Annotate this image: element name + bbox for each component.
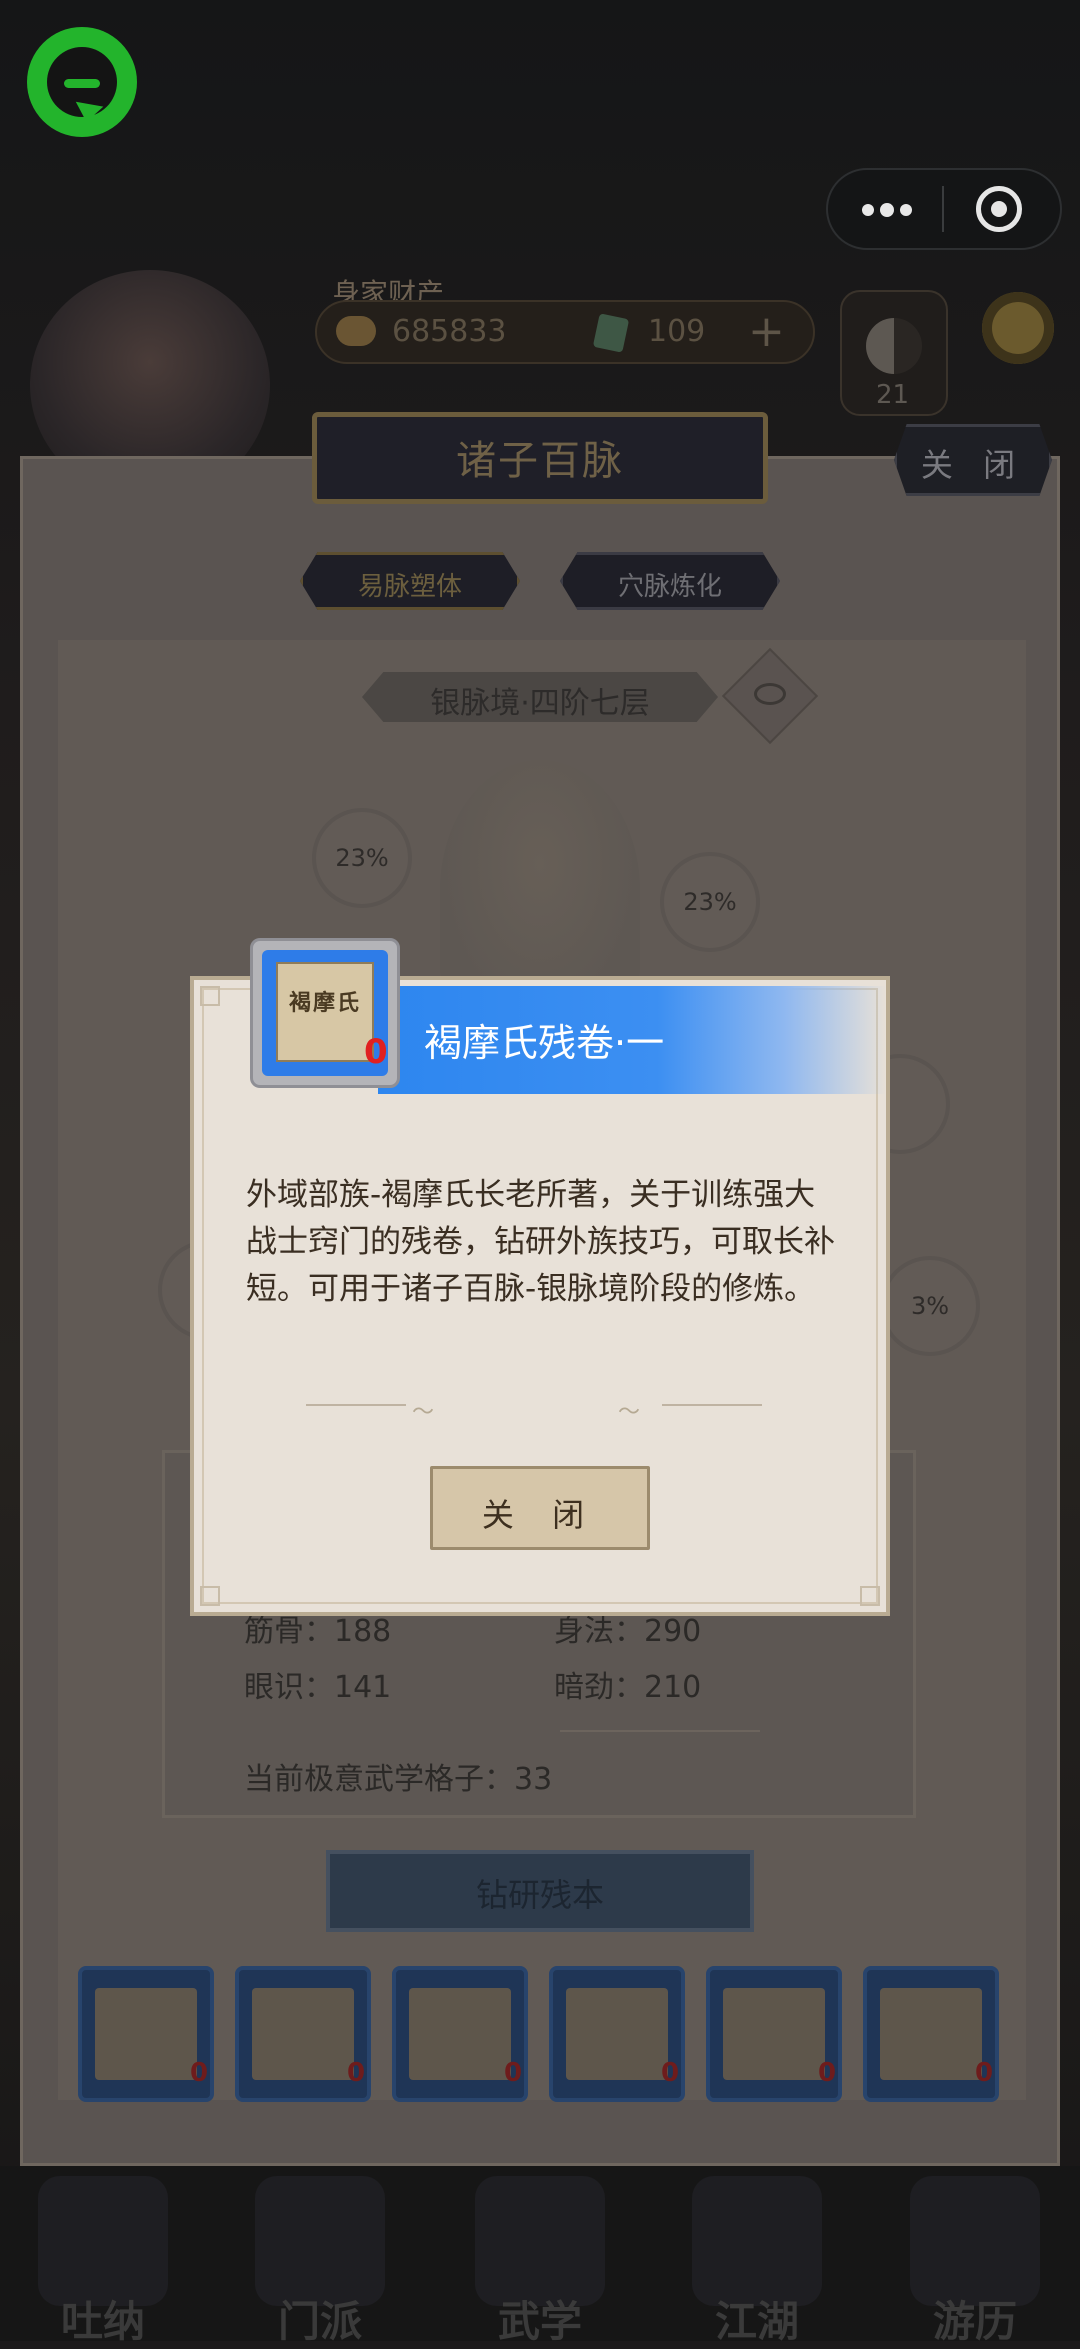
stat-anjin: 暗劲：210 [554,1670,702,1705]
item-count: 0 [364,1032,388,1072]
scroll-icon [723,1988,825,2080]
nav-tuna[interactable]: 吐纳 [18,2288,188,2349]
app-logo-bar [64,79,100,88]
meridian-node[interactable]: 3% [880,1256,980,1356]
corner-ornament [200,1586,220,1606]
slot-count: 0 [190,2058,209,2088]
jade-value: 109 [648,314,706,349]
slot-count: 0 [504,2058,523,2088]
currency-bar [315,300,815,364]
realm-level: 银脉境·四阶七层 [430,686,650,721]
yinyang-icon [866,318,922,374]
capsule-divider [942,186,944,232]
breathing-icon[interactable] [38,2176,168,2306]
sect-icon[interactable] [255,2176,385,2306]
meridian-node[interactable]: 23% [660,852,760,952]
jianghu-icon[interactable] [692,2176,822,2306]
slot-count: 0 [975,2058,994,2088]
gold-ingot-icon [336,316,376,346]
nav-wuxue[interactable]: 武学 [455,2288,625,2349]
add-currency-button[interactable]: + [748,306,785,357]
gold-value: 685833 [392,314,507,349]
slot-count: 0 [347,2058,366,2088]
meridian-node[interactable]: 23% [312,808,412,908]
ornament-swirl-icon: 〜 [618,1400,641,1425]
eye-icon [754,683,786,705]
ornament-line [662,1404,762,1406]
more-options-icon[interactable] [858,194,918,224]
close-miniprogram-dot [991,201,1007,217]
scroll-icon-text: 褐摩氏 [288,990,361,1016]
tab-yimai-label: 易脉塑体 [357,572,462,602]
dialog-close-label: 关 闭 [481,1496,599,1534]
ornament-swirl-icon: 〜 [412,1400,435,1425]
travel-icon[interactable] [910,2176,1040,2306]
settings-gear-icon[interactable] [982,292,1054,364]
ornament-line [306,1404,406,1406]
item-description: 外域部族-褐摩氏长老所著，关于训练强大战士窍门的残卷，钻研外族技巧，可取长补短。… [246,1177,835,1307]
research-button-label: 钻研残本 [475,1876,604,1914]
scroll-icon [252,1988,354,2080]
stat-grid-count: 当前极意武学格子：33 [244,1762,553,1797]
panel-close-label: 关 闭 [920,446,1026,484]
corner-ornament [200,986,220,1006]
yinyang-count: 21 [876,380,910,410]
nav-menpai[interactable]: 门派 [235,2288,405,2349]
martial-arts-icon[interactable] [475,2176,605,2306]
scroll-icon [95,1988,197,2080]
tab-xuemai-label: 穴脉炼化 [617,572,722,602]
corner-ornament [860,1586,880,1606]
nav-jianghu[interactable]: 江湖 [672,2288,842,2349]
scroll-icon [409,1988,511,2080]
item-title: 褐摩氏残卷·一 [424,1021,665,1065]
panel-title: 诸子百脉 [456,438,624,484]
slot-count: 0 [818,2058,837,2088]
slot-count: 0 [661,2058,680,2088]
nav-youli[interactable]: 游历 [890,2288,1060,2349]
stats-divider [560,1730,760,1732]
scroll-icon [566,1988,668,2080]
stat-yanshi: 眼识：141 [244,1670,392,1705]
scroll-icon [880,1988,982,2080]
